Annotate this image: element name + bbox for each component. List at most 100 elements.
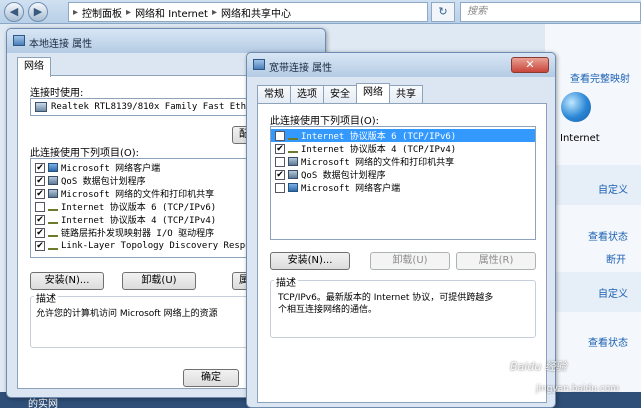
list-item-label: QoS 数据包计划程序 bbox=[301, 171, 386, 181]
checkbox-unchecked-icon[interactable] bbox=[275, 130, 285, 141]
tab-sharing[interactable]: 共享 bbox=[389, 85, 423, 103]
tab-panel: 此连接使用下列项目(O): Internet 协议版本 6 (TCP/IPv6)… bbox=[257, 103, 547, 403]
checkbox-checked-icon[interactable]: ✔ bbox=[35, 162, 45, 173]
dialog-titlebar: 本地连接 属性 bbox=[7, 29, 325, 53]
address-bar[interactable]: ▸ 控制面板 ▸ 网络和 Internet ▸ 网络和共享中心 bbox=[68, 2, 428, 22]
checkbox-checked-icon[interactable]: ✔ bbox=[35, 227, 45, 238]
list-item-label: Internet 协议版本 4 (TCP/IPv4) bbox=[61, 216, 217, 226]
list-item[interactable]: ✔ Microsoft 网络客户端 bbox=[31, 161, 255, 174]
tab-security[interactable]: 安全 bbox=[323, 85, 357, 103]
customize-link[interactable]: 自定义 bbox=[598, 285, 628, 300]
internet-globe-icon bbox=[561, 92, 591, 122]
list-item-label: Microsoft 网络的文件和打印机共享 bbox=[61, 190, 215, 200]
list-item-label: QoS 数据包计划程序 bbox=[61, 177, 146, 187]
view-full-map-link[interactable]: 查看完整映射 bbox=[570, 70, 630, 85]
checkbox-checked-icon[interactable]: ✔ bbox=[35, 188, 45, 199]
ok-button[interactable]: 确定 bbox=[183, 369, 239, 387]
list-item-label: 链路层拓扑发现映射器 I/O 驱动程序 bbox=[61, 229, 215, 239]
refresh-button[interactable]: ↻ bbox=[431, 2, 455, 22]
forward-button[interactable]: ▶ bbox=[28, 2, 48, 22]
service-icon bbox=[288, 157, 298, 166]
list-item-label: Link-Layer Topology Discovery Respon bbox=[61, 240, 256, 251]
tab-strip: 网络 bbox=[17, 57, 51, 77]
list-item-label: Microsoft 网络的文件和打印机共享 bbox=[301, 158, 455, 168]
protocol-icon bbox=[48, 244, 58, 250]
connect-using-label: 连接时使用: bbox=[30, 88, 84, 99]
list-item[interactable]: Microsoft 网络客户端 bbox=[271, 181, 535, 194]
description-group bbox=[30, 296, 256, 348]
breadcrumb-network-sharing-center[interactable]: 网络和共享中心 bbox=[221, 5, 291, 20]
protocol-icon bbox=[288, 134, 298, 140]
checkbox-checked-icon[interactable]: ✔ bbox=[275, 169, 285, 180]
protocol-icon bbox=[48, 218, 58, 224]
breadcrumb-control-panel[interactable]: 控制面板 bbox=[82, 5, 122, 20]
checkbox-checked-icon[interactable]: ✔ bbox=[35, 240, 45, 251]
components-list: ✔ Microsoft 网络客户端 ✔ QoS 数据包计划程序 ✔ Microsoft 网… bbox=[30, 158, 256, 258]
list-item[interactable]: ✔ Microsoft 网络的文件和打印机共享 bbox=[31, 187, 255, 200]
service-icon bbox=[288, 170, 298, 179]
disconnect-link[interactable]: 断开 bbox=[606, 251, 626, 266]
properties-button: 属性(R) bbox=[456, 252, 536, 270]
list-item[interactable]: Microsoft 网络的文件和打印机共享 bbox=[271, 155, 535, 168]
watermark-logo: Baidu 经验 bbox=[510, 360, 567, 373]
tab-strip: 常规 选项 安全 网络 共享 bbox=[257, 83, 423, 103]
service-icon bbox=[48, 189, 58, 198]
uninstall-button: 卸载(U) bbox=[370, 252, 450, 270]
broadband-connection-properties-dialog: 宽带连接 属性 ✕ 常规 选项 安全 网络 共享 此连接使用下列项目(O): I… bbox=[246, 52, 556, 408]
checkbox-checked-icon[interactable]: ✔ bbox=[35, 175, 45, 186]
list-item-label: Microsoft 网络客户端 bbox=[301, 184, 401, 194]
network-adapter-icon bbox=[35, 102, 47, 112]
description-title: 描述 bbox=[274, 274, 298, 289]
install-button[interactable]: 安装(N)... bbox=[30, 272, 104, 290]
view-status-link[interactable]: 查看状态 bbox=[588, 334, 628, 349]
dialog-title: 本地连接 属性 bbox=[29, 39, 93, 50]
checkbox-checked-icon[interactable]: ✔ bbox=[275, 143, 285, 154]
client-icon bbox=[288, 183, 298, 192]
install-button[interactable]: 安装(N)... bbox=[270, 252, 350, 270]
chevron-right-icon: ▸ bbox=[126, 6, 132, 18]
list-item[interactable]: ✔ QoS 数据包计划程序 bbox=[31, 174, 255, 187]
list-item-label: Microsoft 网络客户端 bbox=[61, 164, 161, 174]
network-icon bbox=[253, 59, 265, 70]
list-item-label: Internet 协议版本 4 (TCP/IPv4) bbox=[301, 145, 457, 155]
service-icon bbox=[48, 176, 58, 185]
protocol-icon bbox=[48, 205, 58, 211]
description-line-2: 个相互连接网络的通信。 bbox=[278, 305, 378, 315]
list-item[interactable]: ✔ Internet 协议版本 4 (TCP/IPv4) bbox=[271, 142, 535, 155]
list-item[interactable]: Internet 协议版本 6 (TCP/IPv6) bbox=[31, 200, 255, 213]
dialog-titlebar: 宽带连接 属性 ✕ bbox=[247, 53, 555, 77]
client-icon bbox=[48, 163, 58, 172]
checkbox-checked-icon[interactable]: ✔ bbox=[35, 214, 45, 225]
breadcrumb-network-internet[interactable]: 网络和 Internet bbox=[135, 5, 208, 20]
back-button[interactable]: ◀ bbox=[4, 2, 24, 22]
customize-link[interactable]: 自定义 bbox=[598, 181, 628, 196]
checkbox-unchecked-icon[interactable] bbox=[35, 201, 45, 212]
view-status-link[interactable]: 查看状态 bbox=[588, 228, 628, 243]
close-icon[interactable]: ✕ bbox=[511, 57, 549, 73]
search-input[interactable]: 搜索 bbox=[460, 2, 641, 22]
checkbox-unchecked-icon[interactable] bbox=[275, 156, 285, 167]
list-item[interactable]: ✔ 链路层拓扑发现映射器 I/O 驱动程序 bbox=[31, 226, 255, 239]
checkbox-unchecked-icon[interactable] bbox=[275, 182, 285, 193]
tab-network[interactable]: 网络 bbox=[17, 57, 51, 77]
list-item-label: Internet 协议版本 6 (TCP/IPv6) bbox=[61, 203, 217, 213]
items-label: 此连接使用下列项目(O): bbox=[30, 148, 140, 159]
uninstall-button[interactable]: 卸载(U) bbox=[122, 272, 196, 290]
tab-general[interactable]: 常规 bbox=[257, 85, 291, 103]
network-icon bbox=[13, 35, 25, 46]
explorer-navigation-bar: ◀ ▶ ▸ 控制面板 ▸ 网络和 Internet ▸ 网络和共享中心 ↻ 搜索 bbox=[0, 0, 641, 24]
list-item[interactable]: ✔ Internet 协议版本 4 (TCP/IPv4) bbox=[31, 213, 255, 226]
tab-network[interactable]: 网络 bbox=[356, 83, 390, 103]
list-item[interactable]: ✔ QoS 数据包计划程序 bbox=[271, 168, 535, 181]
chevron-right-icon: ▸ bbox=[211, 6, 217, 18]
adapter-name: Realtek RTL8139/810x Family Fast Ether bbox=[51, 102, 256, 112]
list-item[interactable]: Internet 协议版本 6 (TCP/IPv6) bbox=[271, 129, 535, 142]
tab-options[interactable]: 选项 bbox=[290, 85, 324, 103]
internet-label: Internet bbox=[560, 133, 600, 144]
description-title: 描述 bbox=[34, 290, 58, 305]
protocol-icon bbox=[288, 147, 298, 153]
adapter-field: Realtek RTL8139/810x Family Fast Ether bbox=[30, 98, 256, 116]
list-item[interactable]: ✔ Link-Layer Topology Discovery Respon bbox=[31, 239, 255, 252]
description-text: 允许您的计算机访问 Microsoft 网络上的资源 bbox=[36, 309, 218, 319]
description-line-1: TCP/IPv6。最新版本的 Internet 协议，可提供跨越多 bbox=[278, 293, 494, 303]
